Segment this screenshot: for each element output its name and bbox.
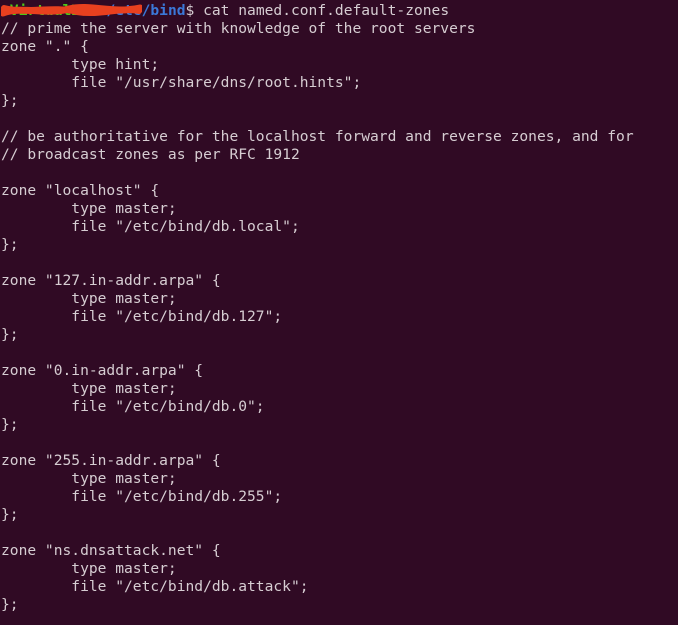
output-line: };: [1, 236, 19, 253]
output-line: };: [1, 416, 19, 433]
output-line: file "/etc/bind/db.0";: [1, 398, 265, 415]
output-line: zone "." {: [1, 38, 89, 55]
output-line: zone "ns.dnsattack.net" {: [1, 542, 221, 559]
output-line: // broadcast zones as per RFC 1912: [1, 146, 300, 163]
prompt-command: cat named.conf.default-zones: [194, 2, 450, 19]
output-line: type master;: [1, 560, 177, 577]
output-line: type master;: [1, 470, 177, 487]
terminal-screen[interactable]: -VirtualBox:/etc/bind$ cat named.conf.de…: [0, 0, 678, 614]
output-line-blank: [1, 164, 678, 182]
output-line-blank: [1, 254, 678, 272]
output-line-blank: [1, 110, 678, 128]
output-line-blank: [1, 434, 678, 452]
output-line: file "/etc/bind/db.attack";: [1, 578, 309, 595]
shell-prompt-line: -VirtualBox:/etc/bind$ cat named.conf.de…: [1, 2, 678, 20]
output-line: };: [1, 506, 19, 523]
output-line-blank: [1, 524, 678, 542]
output-line: zone "0.in-addr.arpa" {: [1, 362, 204, 379]
output-line: file "/etc/bind/db.255";: [1, 488, 283, 505]
output-line: };: [1, 326, 19, 343]
output-line: };: [1, 92, 19, 109]
output-line: // be authoritative for the localhost fo…: [1, 128, 634, 145]
output-line: type master;: [1, 290, 177, 307]
output-line: type master;: [1, 380, 177, 397]
output-line: };: [1, 596, 19, 613]
output-line: zone "127.in-addr.arpa" {: [1, 272, 221, 289]
output-line: zone "localhost" {: [1, 182, 160, 199]
output-line: file "/usr/share/dns/root.hints";: [1, 74, 362, 91]
output-line: file "/etc/bind/db.127";: [1, 308, 283, 325]
terminal-window[interactable]: -VirtualBox:/etc/bind$ cat named.conf.de…: [0, 0, 678, 625]
prompt-host-suffix: -VirtualBox: [1, 2, 98, 19]
output-line: // prime the server with knowledge of th…: [1, 20, 476, 37]
output-line: type master;: [1, 200, 177, 217]
prompt-sigil: $: [185, 2, 195, 19]
prompt-path: /etc/bind: [106, 2, 186, 19]
output-line: file "/etc/bind/db.local";: [1, 218, 300, 235]
output-line: type hint;: [1, 56, 160, 73]
output-line-blank: [1, 344, 678, 362]
output-line: zone "255.in-addr.arpa" {: [1, 452, 221, 469]
